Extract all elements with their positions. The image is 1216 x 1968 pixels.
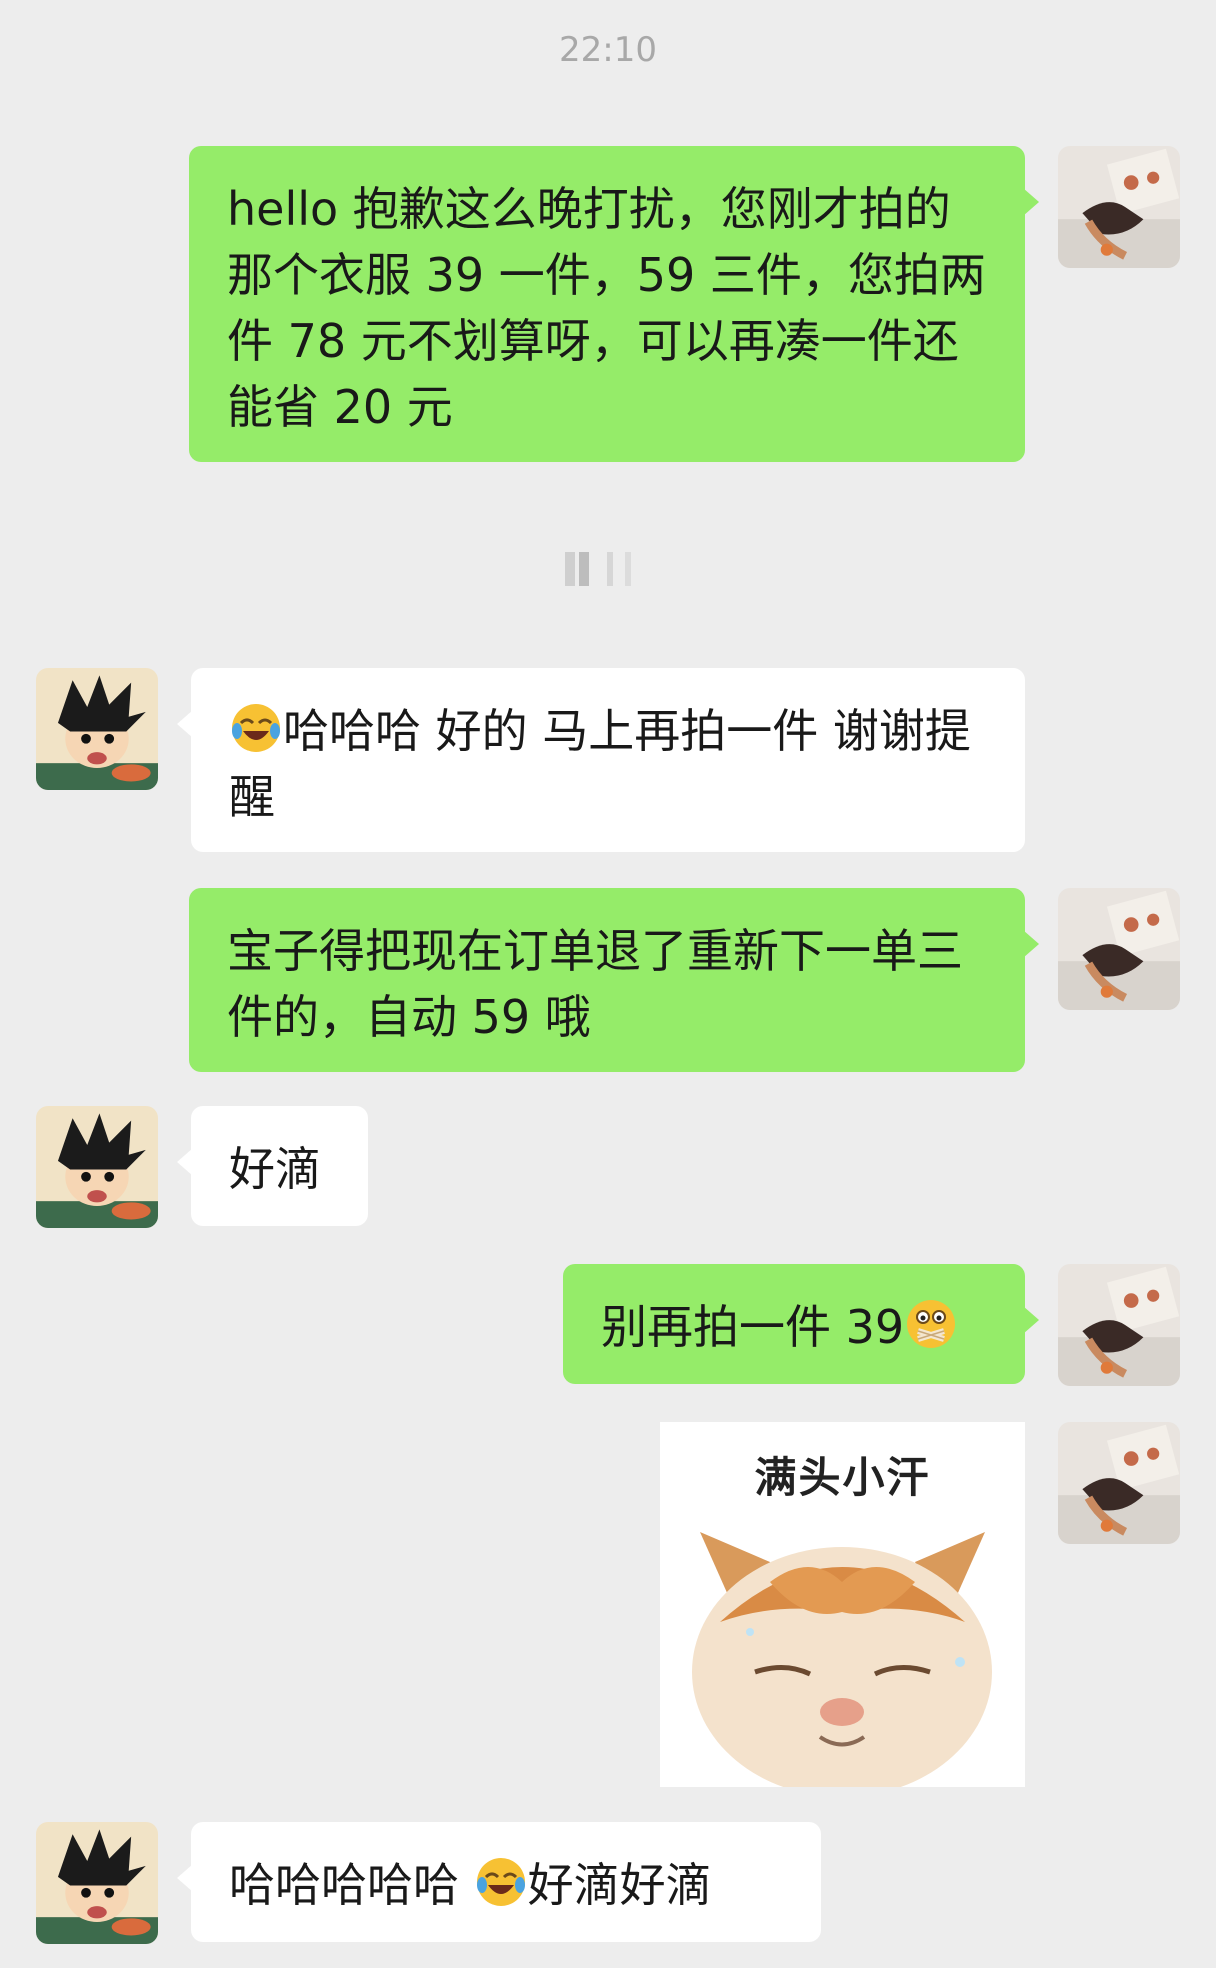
message-bubble[interactable]: 好滴: [177, 1106, 368, 1226]
message-bubble[interactable]: 宝子得把现在订单退了重新下一单三件的，自动 59 哦: [189, 888, 1039, 1072]
self-avatar[interactable]: [1058, 146, 1180, 268]
message-bubble[interactable]: 哈哈哈哈哈 好滴好滴: [177, 1822, 821, 1942]
message-bubble[interactable]: 哈哈哈 好的 马上再拍一件 谢谢提醒: [177, 668, 1025, 852]
chat-timestamp: 22:10: [559, 30, 657, 70]
sweating-cat-sticker[interactable]: 满头小汗: [660, 1422, 1025, 1787]
message-text: 哈哈哈 好的 马上再拍一件 谢谢提醒: [229, 704, 971, 824]
message-text: 别再拍一件 39: [601, 1300, 905, 1354]
message-text: 哈哈哈哈哈: [229, 1858, 474, 1912]
zipper-mouth-face-icon: [904, 1297, 958, 1351]
message-text: hello 抱歉这么晚打扰，您刚才拍的那个衣服 39 一件，59 三件，您拍两件…: [227, 182, 986, 434]
contact-avatar[interactable]: [36, 1106, 158, 1228]
sticker-caption: 满头小汗: [754, 1453, 931, 1502]
message-bubble[interactable]: hello 抱歉这么晚打扰，您刚才拍的那个衣服 39 一件，59 三件，您拍两件…: [189, 146, 1039, 462]
cat-face-icon: [692, 1532, 992, 1787]
message-text: 宝子得把现在订单退了重新下一单三件的，自动 59 哦: [227, 924, 963, 1044]
contact-avatar[interactable]: [36, 668, 158, 790]
self-avatar[interactable]: [1058, 1422, 1180, 1544]
contact-avatar[interactable]: [36, 1822, 158, 1944]
face-with-tears-of-joy-icon: [229, 701, 283, 755]
message-text: 好滴好滴: [527, 1858, 712, 1912]
pause-separator-icon: [565, 552, 631, 586]
message-text: 好滴: [229, 1142, 321, 1196]
message-bubble[interactable]: 别再拍一件 39: [563, 1264, 1039, 1384]
face-with-tears-of-joy-icon: [474, 1855, 528, 1909]
self-avatar[interactable]: [1058, 888, 1180, 1010]
self-avatar[interactable]: [1058, 1264, 1180, 1386]
